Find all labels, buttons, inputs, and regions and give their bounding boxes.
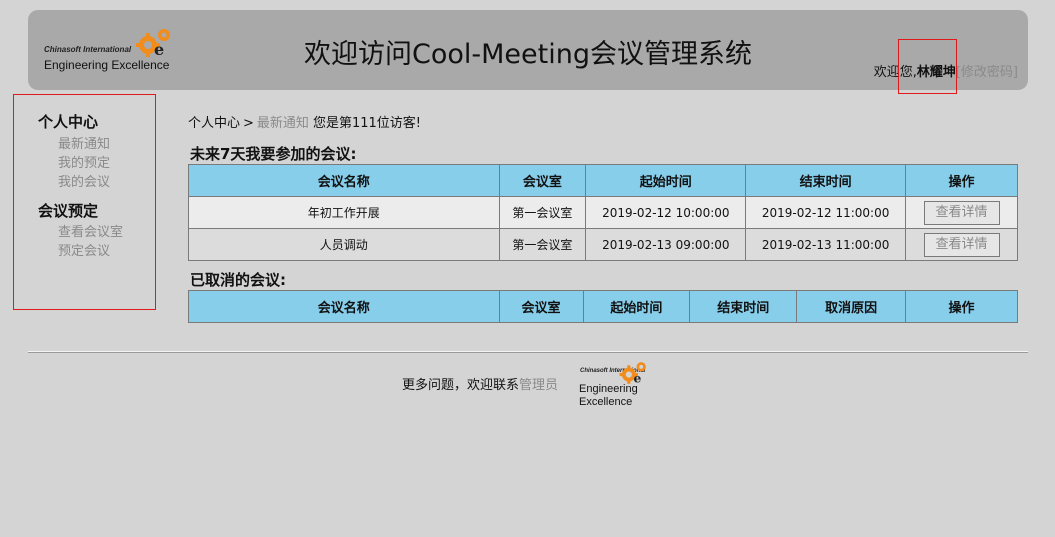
footer-logo: Chinasoft International Engineering Exce… — [578, 358, 654, 410]
sidebar-item-book-meeting[interactable]: 预定会议 — [58, 240, 110, 259]
col-start-time: 起始时间 — [585, 164, 747, 197]
breadcrumb: 个人中心 > 最新通知 您是第111位访客! — [188, 112, 421, 131]
cell-room: 第一会议室 — [498, 196, 587, 229]
col-cancel-reason: 取消原因 — [796, 290, 907, 323]
sidebar: 个人中心 最新通知 我的预定 我的会议 会议预定 查看会议室 预定会议 — [13, 94, 156, 310]
table-row: 人员调动 第一会议室 2019-02-13 09:00:00 2019-02-1… — [188, 228, 1018, 261]
view-details-button[interactable]: 查看详情 — [923, 232, 1000, 257]
upcoming-meetings-title: 未来7天我要参加的会议: — [190, 145, 357, 163]
gear-logo-icon: e — [619, 362, 646, 385]
sidebar-item-my-meetings[interactable]: 我的会议 — [58, 171, 110, 190]
visitor-count: 您是第111位访客! — [312, 116, 421, 131]
col-action: 操作 — [905, 164, 1018, 197]
table-header-row: 会议名称 会议室 起始时间 结束时间 操作 — [188, 164, 1018, 197]
breadcrumb-current[interactable]: 最新通知 — [257, 116, 309, 131]
sidebar-group-booking: 会议预定 — [38, 202, 99, 220]
col-start-time: 起始时间 — [582, 290, 691, 323]
change-password-link[interactable]: [修改密码] — [956, 65, 1018, 80]
username-highlight-box — [898, 39, 957, 94]
footer-contact: 更多问题，欢迎联系管理员 — [402, 374, 558, 393]
cancelled-meetings-table: 会议名称 会议室 起始时间 结束时间 取消原因 操作 — [188, 290, 1018, 323]
sidebar-item-view-rooms[interactable]: 查看会议室 — [58, 221, 123, 240]
cell-start-time: 2019-02-12 10:00:00 — [585, 196, 747, 229]
footer-divider — [28, 351, 1028, 353]
cell-meeting-name: 人员调动 — [188, 228, 500, 261]
table-header-row: 会议名称 会议室 起始时间 结束时间 取消原因 操作 — [188, 290, 1018, 323]
cell-end-time: 2019-02-12 11:00:00 — [745, 196, 907, 229]
cell-start-time: 2019-02-13 09:00:00 — [585, 228, 747, 261]
cell-action: 查看详情 — [905, 196, 1018, 229]
sidebar-group-personal: 个人中心 — [38, 113, 99, 131]
col-room: 会议室 — [498, 164, 587, 197]
sidebar-item-latest-notice[interactable]: 最新通知 — [58, 133, 110, 152]
upcoming-meetings-table: 会议名称 会议室 起始时间 结束时间 操作 年初工作开展 第一会议室 2019-… — [188, 164, 1018, 261]
footer-text: 更多问题，欢迎联系 — [402, 378, 520, 393]
col-action: 操作 — [905, 290, 1018, 323]
col-end-time: 结束时间 — [689, 290, 798, 323]
admin-contact-link[interactable]: 管理员 — [519, 378, 558, 393]
cell-action: 查看详情 — [905, 228, 1018, 261]
breadcrumb-separator: > — [243, 116, 254, 131]
col-end-time: 结束时间 — [745, 164, 907, 197]
svg-text:e: e — [633, 370, 641, 385]
view-details-button[interactable]: 查看详情 — [923, 200, 1000, 225]
col-meeting-name: 会议名称 — [188, 164, 500, 197]
cell-room: 第一会议室 — [498, 228, 587, 261]
breadcrumb-home: 个人中心 — [188, 116, 241, 131]
col-meeting-name: 会议名称 — [188, 290, 500, 323]
cancelled-meetings-title: 已取消的会议: — [190, 271, 286, 289]
sidebar-item-my-reservations[interactable]: 我的预定 — [58, 152, 110, 171]
col-room: 会议室 — [498, 290, 584, 323]
table-row: 年初工作开展 第一会议室 2019-02-12 10:00:00 2019-02… — [188, 196, 1018, 229]
cell-end-time: 2019-02-13 11:00:00 — [745, 228, 907, 261]
page-header: Chinasoft International Engineering Exce… — [28, 10, 1028, 90]
cell-meeting-name: 年初工作开展 — [188, 196, 500, 229]
